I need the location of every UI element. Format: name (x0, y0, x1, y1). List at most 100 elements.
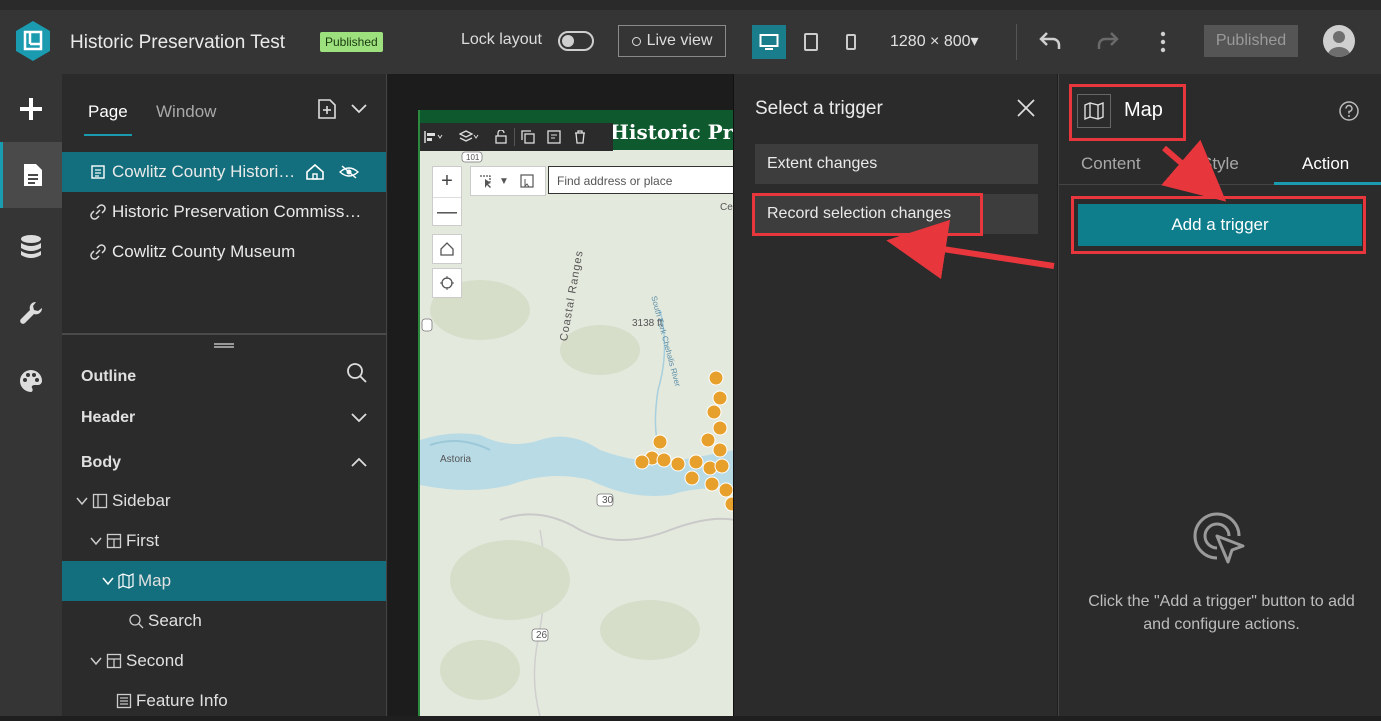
delete-widget-button[interactable] (567, 124, 593, 150)
page-panel: Page Window Cowlitz County Histori… Hist… (62, 74, 387, 716)
trigger-option-extent-changes[interactable]: Extent changes (755, 144, 1038, 184)
lock-widget-button[interactable] (488, 124, 514, 150)
more-menu-button[interactable] (1158, 30, 1168, 54)
select-trigger-popup: Select a trigger Extent changes Record s… (733, 74, 1057, 716)
outline-heading: Outline (81, 368, 137, 385)
outline-search-button[interactable] (346, 362, 368, 384)
caret-down-icon: ▼ (499, 175, 509, 187)
layers-icon (459, 130, 479, 142)
add-page-button[interactable] (316, 98, 338, 120)
resize-handle[interactable] (214, 343, 234, 348)
tree-item-label: Map (138, 571, 172, 590)
live-view-button[interactable]: Live view (618, 25, 726, 57)
select-tool-button[interactable]: ▼ (470, 166, 546, 196)
page-menu-chevron[interactable] (350, 102, 368, 114)
align-button[interactable] (420, 124, 446, 150)
lock-layout-toggle[interactable] (558, 31, 594, 51)
fixed-layout-icon (106, 653, 122, 669)
tab-style[interactable]: Style (1201, 154, 1239, 174)
map-widget-preview[interactable]: 30 26 101 Cen Coastal Ranges 3138 ft Sou… (418, 110, 733, 716)
body-collapse-toggle[interactable] (350, 456, 368, 468)
route-26-label: 26 (536, 630, 548, 641)
unlock-icon (495, 130, 507, 144)
app-title[interactable]: Historic Preservation Test (70, 32, 285, 54)
resolution-dropdown[interactable]: 1280 × 800▾ (890, 31, 979, 51)
tab-action[interactable]: Action (1302, 154, 1349, 174)
chevron-down-icon (351, 413, 367, 423)
tab-content[interactable]: Content (1081, 154, 1141, 174)
duplicate-button[interactable] (515, 124, 541, 150)
page-panel-button[interactable] (0, 142, 62, 208)
page-item-cowlitz-historic[interactable]: Cowlitz County Histori… (62, 152, 386, 192)
header-section[interactable]: Header (81, 409, 135, 427)
page-header-title: Historic Pre (610, 120, 733, 144)
tools-panel-button[interactable] (0, 280, 62, 346)
undo-button[interactable] (1038, 30, 1062, 52)
more-vertical-icon (1160, 31, 1166, 53)
search-widget-icon (129, 614, 144, 629)
desktop-device-button[interactable] (752, 25, 786, 59)
link-icon (90, 244, 106, 260)
tree-item-label: Second (126, 651, 184, 670)
place-label: Cen (720, 202, 733, 213)
tree-item-feature-info[interactable]: Feature Info (62, 681, 386, 721)
widget-quick-toolbar (420, 123, 613, 151)
active-tab-indicator (84, 134, 132, 136)
zoom-out-button[interactable]: — (433, 197, 461, 226)
page-item-cowlitz-museum[interactable]: Cowlitz County Museum (62, 232, 386, 272)
basemap-terrain (420, 110, 733, 716)
page-item-historic-commission[interactable]: Historic Preservation Commiss… (62, 192, 386, 232)
template-icon (547, 130, 561, 144)
help-button[interactable] (1338, 100, 1360, 122)
tree-item-label: Sidebar (112, 491, 171, 510)
lasso-select-icon (480, 175, 491, 188)
page-item-label: Historic Preservation Commiss… (112, 202, 362, 221)
experience-builder-logo[interactable] (14, 20, 52, 62)
close-icon (1017, 99, 1035, 117)
phone-device-button[interactable] (840, 25, 862, 59)
theme-panel-button[interactable] (0, 348, 62, 414)
page-icon (91, 165, 105, 179)
hidden-eye-icon (339, 165, 360, 179)
data-panel-button[interactable] (0, 214, 62, 280)
close-button[interactable] (1016, 98, 1036, 118)
tablet-device-button[interactable] (800, 25, 822, 59)
tab-page[interactable]: Page (88, 102, 128, 122)
tree-item-sidebar[interactable]: Sidebar (62, 481, 386, 521)
insert-widget-button[interactable] (0, 76, 62, 142)
tab-window[interactable]: Window (156, 102, 216, 122)
map-home-button[interactable] (432, 234, 462, 264)
add-page-icon (318, 99, 336, 119)
header-expand-toggle[interactable] (350, 411, 368, 423)
tree-item-map[interactable]: Map (62, 561, 386, 601)
save-template-button[interactable] (541, 124, 567, 150)
tree-item-second[interactable]: Second (62, 641, 386, 681)
publish-button[interactable]: Published (1204, 25, 1298, 57)
trigger-popup-title: Select a trigger (755, 98, 883, 119)
help-icon (1339, 101, 1359, 121)
astoria-label: Astoria (440, 454, 472, 465)
map-search-input[interactable]: Find address or place (548, 166, 733, 194)
zoom-in-button[interactable]: + (433, 167, 461, 196)
layer-order-button[interactable] (456, 124, 482, 150)
clear-selection-icon (520, 174, 534, 188)
data-icon (21, 235, 41, 258)
tablet-icon (804, 33, 818, 51)
page-item-label: Cowlitz County Histori… (112, 162, 296, 181)
trash-icon (575, 130, 585, 144)
fixed-layout-icon (106, 533, 122, 549)
user-avatar[interactable] (1323, 25, 1355, 57)
annotation-highlight-record-selection (752, 193, 983, 236)
tree-item-label: Feature Info (136, 691, 228, 710)
tree-item-search[interactable]: Search (62, 601, 386, 641)
tree-item-first[interactable]: First (62, 521, 386, 561)
live-view-label: Live view (646, 32, 713, 49)
empty-state-message: Click the "Add a trigger" button to add … (1088, 593, 1355, 633)
map-locate-button[interactable] (432, 268, 462, 298)
page-item-label: Cowlitz County Museum (112, 242, 296, 261)
tree-item-label: Search (148, 611, 202, 630)
body-section[interactable]: Body (81, 454, 121, 472)
tree-item-label: First (126, 531, 160, 550)
panel-divider (62, 333, 387, 335)
redo-button[interactable] (1096, 30, 1120, 52)
